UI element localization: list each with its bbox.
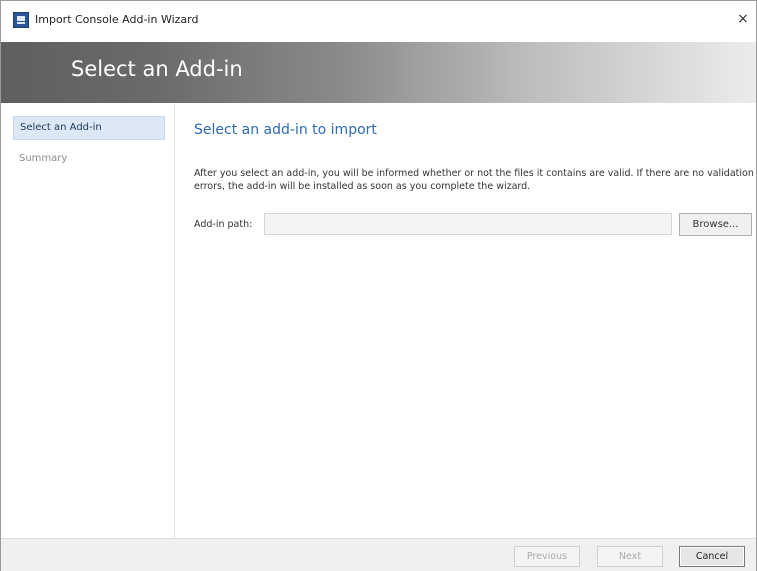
window-title: Import Console Add-in Wizard (35, 13, 199, 26)
wizard-step-nav: Select an Add-in Summary (1, 104, 175, 538)
previous-button[interactable]: Previous (514, 546, 580, 567)
cancel-button[interactable]: Cancel (679, 546, 745, 567)
nav-item-summary[interactable]: Summary (13, 148, 165, 172)
wizard-banner: Select an Add-in (1, 42, 756, 103)
title-bar: Import Console Add-in Wizard × (1, 1, 756, 41)
page-heading: Select an add-in to import (194, 122, 377, 138)
close-icon[interactable]: × (734, 9, 752, 29)
add-in-path-label: Add-in path: (194, 219, 253, 230)
wizard-app-icon (13, 12, 29, 28)
wizard-window: Import Console Add-in Wizard × Select an… (0, 0, 757, 571)
app-icon-window-shape (17, 16, 25, 21)
next-button[interactable]: Next (597, 546, 663, 567)
app-icon-bar-shape (17, 22, 25, 24)
banner-title: Select an Add-in (71, 57, 243, 81)
add-in-path-input[interactable] (264, 213, 672, 235)
browse-button[interactable]: Browse... (679, 213, 752, 236)
nav-item-select-add-in[interactable]: Select an Add-in (13, 116, 165, 140)
page-description: After you select an add-in, you will be … (194, 168, 754, 192)
wizard-footer: Previous Next Cancel (1, 538, 756, 571)
main-content: Select an add-in to import After you sel… (176, 104, 756, 538)
